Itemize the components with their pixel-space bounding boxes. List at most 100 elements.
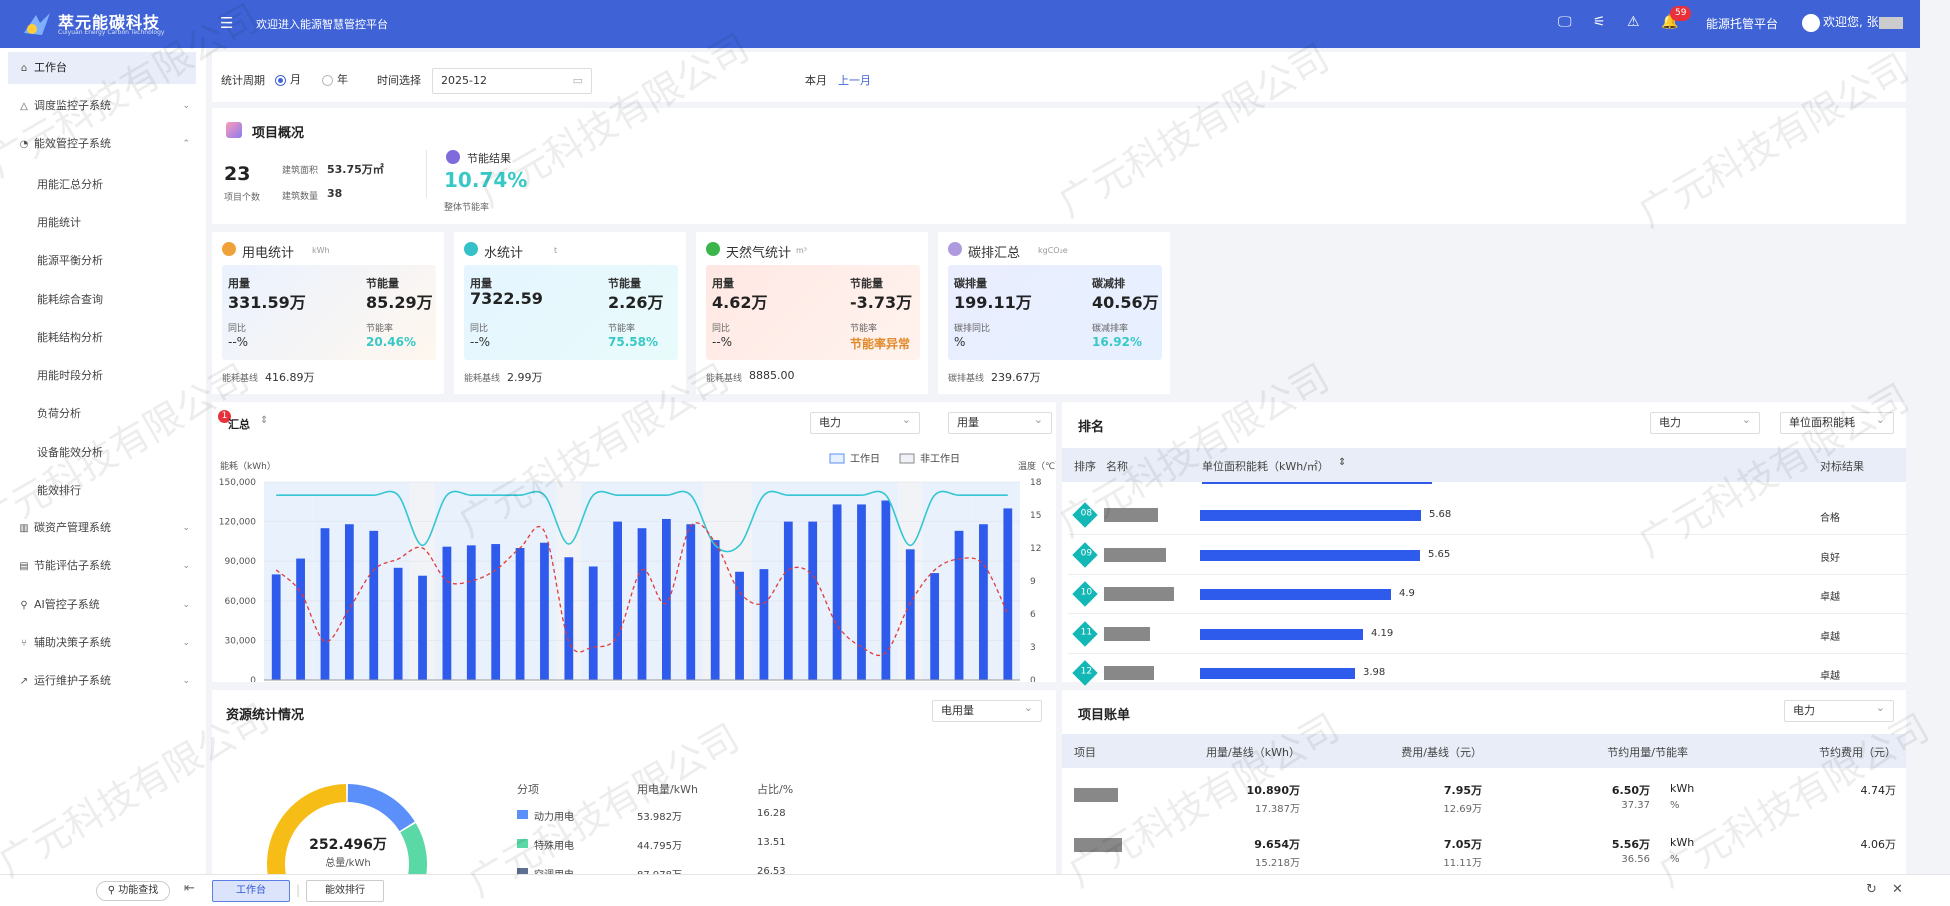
table-row[interactable]: 10 4.9 卓越 bbox=[1068, 575, 1908, 614]
donut-slice[interactable] bbox=[347, 784, 415, 832]
tab-workbench[interactable]: 工作台 bbox=[212, 880, 290, 902]
usage-bar[interactable] bbox=[710, 540, 720, 680]
sidebar-item-decision[interactable]: ⑂ 辅助决策子系统 ⌄ bbox=[8, 627, 196, 659]
settings-sliders-icon[interactable]: ⚟ bbox=[1593, 14, 1606, 30]
table-row[interactable]: 12 3.98 卓越 bbox=[1068, 654, 1908, 693]
ledger-select[interactable]: 电力 bbox=[1784, 698, 1894, 722]
usage-bar[interactable] bbox=[540, 542, 549, 680]
radio-dot bbox=[275, 74, 286, 86]
user-menu[interactable]: 欢迎您, 张 bbox=[1802, 13, 1903, 32]
warning-icon[interactable]: ⚠ bbox=[1627, 14, 1640, 30]
usage-bar[interactable] bbox=[393, 567, 403, 680]
usage-bar[interactable] bbox=[686, 524, 696, 680]
usage-bar[interactable] bbox=[442, 546, 452, 680]
y-tick-label: 0 bbox=[250, 676, 256, 682]
prev-month-link[interactable]: 上一月 bbox=[838, 72, 871, 88]
usage-bar[interactable] bbox=[271, 574, 281, 680]
legend-nonworkday[interactable]: 非工作日 bbox=[920, 453, 960, 465]
y2-tick-label: 15 bbox=[1030, 511, 1041, 521]
usage-bar[interactable] bbox=[564, 557, 574, 680]
collapse-icon[interactable]: ⇤ bbox=[184, 881, 195, 896]
tab-efficiency-rank[interactable]: 能效排行 bbox=[306, 880, 384, 902]
sidebar-item-efficiency[interactable]: ◔ 能效管控子系统 ⌃ bbox=[8, 128, 196, 160]
table-row[interactable]: 10.890万 17.387万 7.95万 12.69万 6.50万 kWh 37.37% 4… bbox=[1062, 782, 1906, 830]
radio-dot bbox=[322, 74, 333, 86]
rank-number: 09 bbox=[1080, 548, 1093, 559]
ranking-metric-select[interactable]: 单位面积能耗 bbox=[1780, 410, 1894, 434]
sidebar-item-ai[interactable]: ⚲ AI管控子系统 ⌄ bbox=[8, 589, 196, 621]
sidebar-subitem[interactable]: 能耗综合查询 bbox=[37, 291, 103, 307]
close-icon[interactable]: ✕ bbox=[1892, 882, 1903, 897]
sort-icon[interactable]: ⇕ bbox=[1338, 457, 1346, 468]
usage-bar[interactable] bbox=[320, 528, 330, 680]
sidebar-subitem[interactable]: 能效排行 bbox=[37, 482, 81, 498]
sidebar-subitem[interactable]: 负荷分析 bbox=[37, 405, 81, 421]
overview-title: 项目概况 bbox=[252, 126, 305, 141]
brand-name-en: Cuiyuan Energy Carbon Technology bbox=[58, 29, 165, 36]
sort-icon[interactable]: ⇕ bbox=[260, 415, 268, 426]
usage-bar[interactable] bbox=[491, 544, 501, 680]
legend-workday[interactable]: 工作日 bbox=[850, 453, 880, 465]
usage-bar[interactable] bbox=[857, 504, 866, 680]
col-ratio: 占比/% bbox=[757, 783, 794, 796]
usage-bar[interactable] bbox=[344, 524, 354, 680]
usage-bar[interactable] bbox=[613, 521, 623, 680]
function-search-button[interactable]: ⚲ 功能查找 bbox=[96, 881, 170, 901]
stat-value: --% bbox=[712, 335, 733, 349]
usage-bar[interactable] bbox=[783, 521, 793, 680]
usage-bar[interactable] bbox=[979, 524, 988, 680]
menu-toggle-icon[interactable]: ☰ bbox=[220, 14, 233, 32]
usage-bar[interactable] bbox=[418, 575, 427, 680]
usage-bar[interactable] bbox=[369, 530, 379, 680]
radio-year[interactable]: 年 bbox=[322, 71, 348, 87]
sidebar-item-maintenance[interactable]: ↗ 运行维护子系统 ⌄ bbox=[8, 665, 196, 697]
usage-bar[interactable] bbox=[296, 558, 305, 680]
table-row[interactable]: 09 5.65 良好 bbox=[1068, 536, 1908, 575]
usage-bar[interactable] bbox=[905, 549, 915, 680]
sidebar-subitem[interactable]: 用能时段分析 bbox=[37, 367, 103, 383]
ledger-saving-value: 6.50万 bbox=[1611, 784, 1650, 797]
resource-select[interactable]: 电用量 bbox=[932, 698, 1042, 722]
radio-month[interactable]: 月 bbox=[275, 71, 301, 87]
sidebar-subitem[interactable]: 设备能效分析 bbox=[37, 444, 103, 460]
screen-icon[interactable]: 🖵 bbox=[1558, 14, 1572, 30]
stat-panel: 用量 7322.59 节能量 2.26万 同比 --% 节能率 75.58% bbox=[464, 265, 678, 360]
refresh-icon[interactable]: ↻ bbox=[1866, 882, 1877, 897]
platform-switch[interactable]: 能源托管平台 bbox=[1706, 15, 1778, 32]
stat-icon bbox=[706, 242, 720, 256]
usage-bar[interactable] bbox=[588, 566, 598, 680]
sidebar-item-carbon[interactable]: ▥ 碳资产管理系统 ⌄ bbox=[8, 512, 196, 544]
usage-bar[interactable] bbox=[954, 530, 964, 680]
y-axis-label: 能耗（kWh） bbox=[220, 460, 276, 472]
usage-bar[interactable] bbox=[759, 569, 769, 680]
energy-type-select[interactable]: 电力 bbox=[810, 410, 920, 434]
usage-bar[interactable] bbox=[637, 528, 647, 680]
sidebar-subitem[interactable]: 用能统计 bbox=[37, 214, 81, 230]
table-row[interactable]: 11 4.19 卓越 bbox=[1068, 615, 1908, 654]
usage-bar[interactable] bbox=[808, 521, 818, 680]
date-picker[interactable]: 2025-12 ▭ bbox=[432, 68, 592, 94]
stat-value: -3.73万 bbox=[850, 293, 913, 312]
sidebar-subitem[interactable]: 能源平衡分析 bbox=[37, 252, 103, 268]
ranking-energy-select[interactable]: 电力 bbox=[1650, 410, 1760, 434]
sidebar-item-dispatch[interactable]: △ 调度监控子系统 ⌄ bbox=[8, 90, 196, 122]
metric-select[interactable]: 用量 bbox=[948, 410, 1052, 434]
usage-bar[interactable] bbox=[1003, 508, 1013, 680]
sidebar-subitem[interactable]: 用能汇总分析 bbox=[37, 176, 103, 192]
rank-badge: 12 bbox=[1072, 660, 1098, 686]
area-label: 建筑面积 bbox=[282, 166, 319, 176]
sidebar-item-workbench[interactable]: ⌂ 工作台 bbox=[8, 52, 196, 84]
table-row[interactable]: 08 5.68 合格 bbox=[1068, 496, 1908, 535]
col-unit-area[interactable]: 单位面积能耗（kWh/㎡） bbox=[1202, 458, 1329, 474]
usage-bar[interactable] bbox=[832, 504, 842, 680]
y2-tick-label: 3 bbox=[1030, 643, 1036, 653]
baseline-value: 2.99万 bbox=[507, 371, 543, 384]
usage-bar[interactable] bbox=[930, 573, 940, 680]
usage-bar[interactable] bbox=[466, 545, 476, 680]
this-month-button[interactable]: 本月 bbox=[805, 72, 827, 88]
usage-bar[interactable] bbox=[515, 548, 525, 680]
project-name-redacted bbox=[1104, 666, 1154, 680]
sidebar-item-assessment[interactable]: ▤ 节能评估子系统 ⌄ bbox=[8, 550, 196, 582]
brand-logo[interactable]: 萃元能碳科技 Cuiyuan Energy Carbon Technology bbox=[22, 7, 212, 41]
sidebar-subitem[interactable]: 能耗结构分析 bbox=[37, 329, 103, 345]
